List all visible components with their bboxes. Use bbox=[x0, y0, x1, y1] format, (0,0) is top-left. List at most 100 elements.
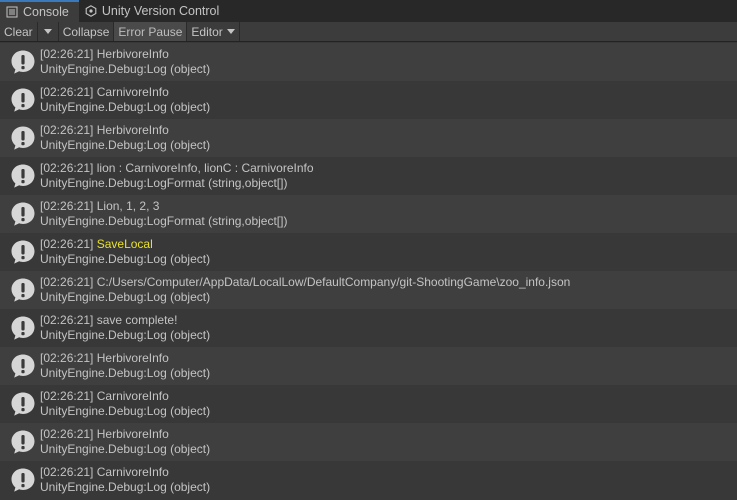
tab-unity-version-control-label: Unity Version Control bbox=[101, 4, 220, 18]
log-entry-stacktrace: UnityEngine.Debug:Log (object) bbox=[40, 290, 211, 304]
chevron-down-icon bbox=[43, 29, 52, 34]
chevron-down-icon bbox=[226, 29, 235, 34]
log-entry-text: [02:26:21] CarnivoreInfo UnityEngine.Debu… bbox=[40, 85, 210, 115]
log-entry-stacktrace: UnityEngine.Debug:LogFormat (string,obje… bbox=[40, 214, 288, 228]
log-entry-stacktrace: UnityEngine.Debug:Log (object) bbox=[40, 62, 211, 76]
clear-button-label: Clear bbox=[4, 24, 33, 39]
log-entry[interactable]: [02:26:21] Lion, 1, 2, 3 UnityEngine.Debu… bbox=[0, 195, 737, 233]
editor-target-dropdown[interactable]: Editor bbox=[187, 22, 240, 41]
log-entry-message-line: [02:26:21] HerbivoreInfo bbox=[40, 47, 210, 62]
log-entry-message: lion : CarnivoreInfo, lionC : CarnivoreI… bbox=[96, 161, 314, 175]
log-entry-time: [02:26:21] bbox=[40, 199, 94, 213]
log-entry-text: [02:26:21] C:/Users/Computer/AppData/Loc… bbox=[40, 275, 570, 305]
log-entry[interactable]: [02:26:21] HerbivoreInfo UnityEngine.Debu… bbox=[0, 43, 737, 81]
log-entry-message: Lion, 1, 2, 3 bbox=[96, 199, 160, 213]
collapse-toggle-label: Collapse bbox=[62, 24, 110, 39]
log-entry-time: [02:26:21] bbox=[40, 237, 94, 251]
tab-unity-version-control[interactable]: Unity Version Control bbox=[79, 0, 229, 22]
log-entry-time: [02:26:21] bbox=[40, 123, 94, 137]
log-entry[interactable]: [02:26:21] lion : CarnivoreInfo, lionC :… bbox=[0, 157, 737, 195]
log-entry-text: [02:26:21] HerbivoreInfo UnityEngine.Debu… bbox=[40, 427, 210, 457]
log-entry-text: [02:26:21] CarnivoreInfo UnityEngine.Debu… bbox=[40, 465, 210, 495]
log-entry-message: CarnivoreInfo bbox=[96, 389, 169, 403]
info-message-icon bbox=[10, 315, 36, 341]
log-entry-message-line: [02:26:21] CarnivoreInfo bbox=[40, 465, 210, 480]
log-entry-message-line: [02:26:21] SaveLocal bbox=[40, 237, 210, 252]
info-message-icon bbox=[10, 391, 36, 417]
console-log-list[interactable]: [02:26:21] HerbivoreInfo UnityEngine.Debu… bbox=[0, 43, 737, 500]
info-message-icon bbox=[10, 49, 36, 75]
log-entry-message-line: [02:26:21] HerbivoreInfo bbox=[40, 427, 210, 442]
error-pause-toggle[interactable]: Error Pause bbox=[114, 22, 188, 41]
log-entry-text: [02:26:21] SaveLocal UnityEngine.Debug:Lo… bbox=[40, 237, 210, 267]
log-entry-message-line: [02:26:21] Lion, 1, 2, 3 bbox=[40, 199, 287, 214]
log-entry-message-line: [02:26:21] CarnivoreInfo bbox=[40, 389, 210, 404]
log-entry-text: [02:26:21] HerbivoreInfo UnityEngine.Debu… bbox=[40, 351, 210, 381]
log-entry-message: HerbivoreInfo bbox=[96, 427, 169, 441]
log-entry-time: [02:26:21] bbox=[40, 275, 94, 289]
log-entry-message: CarnivoreInfo bbox=[96, 85, 169, 99]
log-entry-time: [02:26:21] bbox=[40, 351, 94, 365]
info-message-icon bbox=[10, 125, 36, 151]
log-entry-message-line: [02:26:21] CarnivoreInfo bbox=[40, 85, 210, 100]
log-entry-stacktrace: UnityEngine.Debug:Log (object) bbox=[40, 100, 211, 114]
log-entry-stacktrace: UnityEngine.Debug:Log (object) bbox=[40, 366, 211, 380]
log-entry-text: [02:26:21] lion : CarnivoreInfo, lionC :… bbox=[40, 161, 314, 191]
log-entry-message: SaveLocal bbox=[96, 237, 153, 251]
log-entry-time: [02:26:21] bbox=[40, 313, 94, 327]
info-message-icon bbox=[10, 353, 36, 379]
log-entry-message-line: [02:26:21] HerbivoreInfo bbox=[40, 123, 210, 138]
log-entry-message: save complete! bbox=[96, 313, 178, 327]
log-entry[interactable]: [02:26:21] HerbivoreInfo UnityEngine.Debu… bbox=[0, 347, 737, 385]
log-entry-message: HerbivoreInfo bbox=[96, 351, 169, 365]
tab-console-label: Console bbox=[23, 5, 69, 19]
log-entry-message-line: [02:26:21] HerbivoreInfo bbox=[40, 351, 210, 366]
log-entry[interactable]: [02:26:21] HerbivoreInfo UnityEngine.Debu… bbox=[0, 423, 737, 461]
window-tab-bar: Console Unity Version Control bbox=[0, 0, 737, 22]
error-pause-toggle-label: Error Pause bbox=[118, 24, 183, 39]
log-entry-message: C:/Users/Computer/AppData/LocalLow/Defau… bbox=[96, 275, 571, 289]
log-entry[interactable]: [02:26:21] CarnivoreInfo UnityEngine.Debu… bbox=[0, 385, 737, 423]
log-entry-text: [02:26:21] HerbivoreInfo UnityEngine.Debu… bbox=[40, 123, 210, 153]
log-entry-stacktrace: UnityEngine.Debug:Log (object) bbox=[40, 480, 211, 494]
console-toolbar: Clear Collapse Error Pause Editor bbox=[0, 22, 737, 42]
log-entry-message-line: [02:26:21] C:/Users/Computer/AppData/Loc… bbox=[40, 275, 570, 290]
log-entry-stacktrace: UnityEngine.Debug:LogFormat (string,obje… bbox=[40, 176, 288, 190]
log-entry[interactable]: [02:26:21] CarnivoreInfo UnityEngine.Debu… bbox=[0, 81, 737, 119]
log-entry-text: [02:26:21] save complete! UnityEngine.Deb… bbox=[40, 313, 210, 343]
log-entry-time: [02:26:21] bbox=[40, 161, 94, 175]
log-entry-text: [02:26:21] Lion, 1, 2, 3 UnityEngine.Debu… bbox=[40, 199, 287, 229]
log-entry[interactable]: [02:26:21] SaveLocal UnityEngine.Debug:Lo… bbox=[0, 233, 737, 271]
log-entry-stacktrace: UnityEngine.Debug:Log (object) bbox=[40, 252, 211, 266]
log-entry-message-line: [02:26:21] save complete! bbox=[40, 313, 210, 328]
clear-options-dropdown[interactable] bbox=[38, 22, 59, 41]
log-entry-stacktrace: UnityEngine.Debug:Log (object) bbox=[40, 404, 211, 418]
log-entry[interactable]: [02:26:21] C:/Users/Computer/AppData/Loc… bbox=[0, 271, 737, 309]
clear-button[interactable]: Clear bbox=[0, 22, 38, 41]
info-message-icon bbox=[10, 277, 36, 303]
info-message-icon bbox=[10, 201, 36, 227]
log-entry[interactable]: [02:26:21] save complete! UnityEngine.Deb… bbox=[0, 309, 737, 347]
log-entry-stacktrace: UnityEngine.Debug:Log (object) bbox=[40, 138, 211, 152]
log-entry-text: [02:26:21] HerbivoreInfo UnityEngine.Debu… bbox=[40, 47, 210, 77]
console-list-icon bbox=[6, 6, 18, 18]
info-message-icon bbox=[10, 239, 36, 265]
collapse-toggle[interactable]: Collapse bbox=[59, 22, 115, 41]
version-control-icon bbox=[85, 5, 97, 17]
editor-target-dropdown-label: Editor bbox=[191, 24, 223, 39]
log-entry-time: [02:26:21] bbox=[40, 465, 94, 479]
log-entry-time: [02:26:21] bbox=[40, 47, 94, 61]
info-message-icon bbox=[10, 467, 36, 493]
log-entry[interactable]: [02:26:21] HerbivoreInfo UnityEngine.Debu… bbox=[0, 119, 737, 157]
log-entry-message-line: [02:26:21] lion : CarnivoreInfo, lionC :… bbox=[40, 161, 314, 176]
log-entry-stacktrace: UnityEngine.Debug:Log (object) bbox=[40, 328, 211, 342]
info-message-icon bbox=[10, 163, 36, 189]
log-entry[interactable]: [02:26:21] CarnivoreInfo UnityEngine.Debu… bbox=[0, 461, 737, 499]
info-message-icon bbox=[10, 87, 36, 113]
log-entry-message: CarnivoreInfo bbox=[96, 465, 169, 479]
log-entry-message: HerbivoreInfo bbox=[96, 47, 169, 61]
log-entry-time: [02:26:21] bbox=[40, 427, 94, 441]
log-entry-time: [02:26:21] bbox=[40, 85, 94, 99]
tab-console[interactable]: Console bbox=[0, 0, 79, 22]
log-entry-message: HerbivoreInfo bbox=[96, 123, 169, 137]
